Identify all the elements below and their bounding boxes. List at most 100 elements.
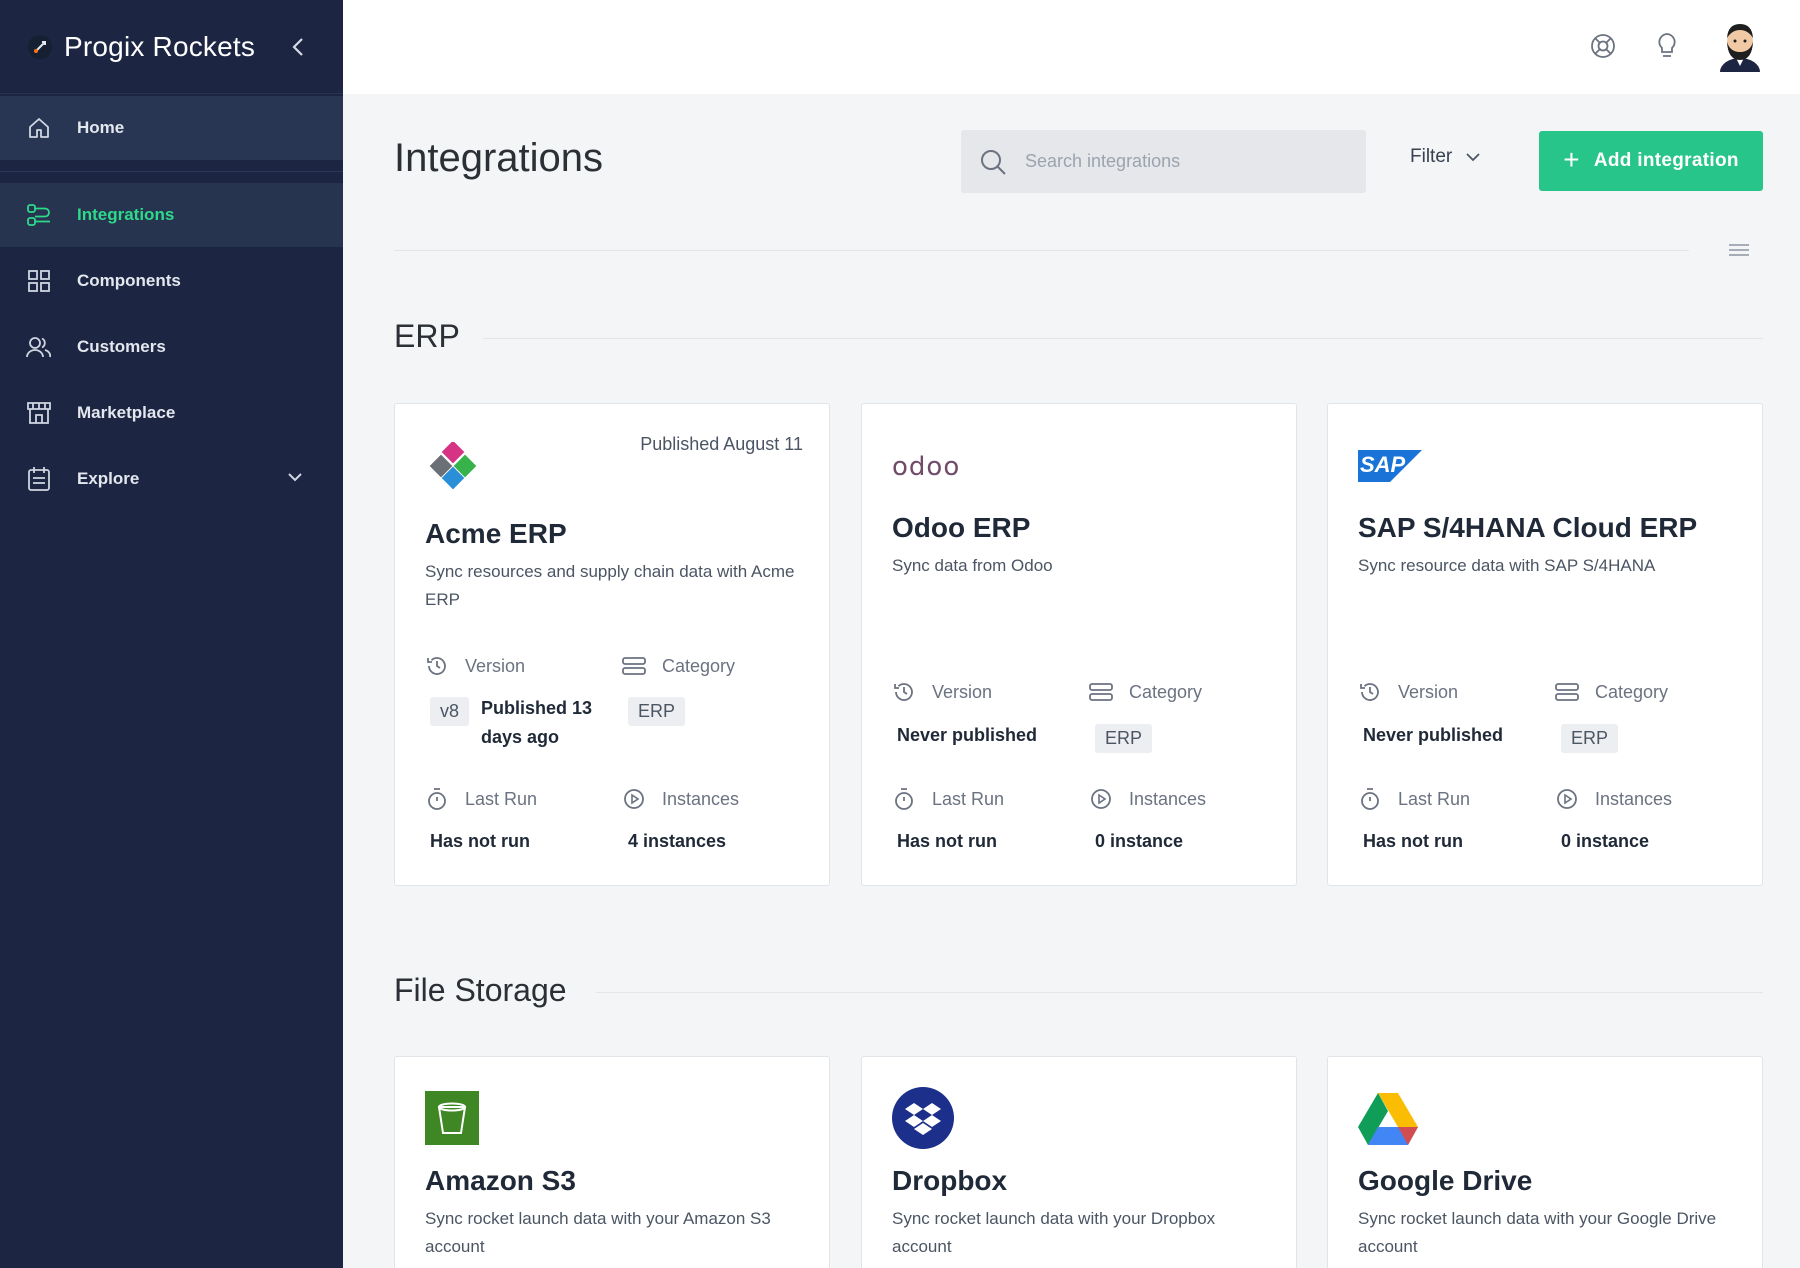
list-view-toggle[interactable] — [1728, 242, 1750, 258]
acme-logo-icon — [425, 440, 481, 503]
integration-name: Google Drive — [1358, 1165, 1533, 1196]
collapse-sidebar-button[interactable] — [286, 30, 310, 64]
section-title-file-storage: File Storage — [394, 972, 567, 1008]
sidebar-item-label: Integrations — [77, 205, 175, 224]
instances-value: 0 instance — [1561, 831, 1650, 851]
section-title-erp: ERP — [394, 318, 460, 354]
last-run-label: Last Run — [892, 787, 1004, 811]
google-drive-logo-icon — [1358, 1093, 1418, 1152]
add-integration-button[interactable]: + Add integration — [1539, 131, 1763, 191]
instances-label: Instances — [622, 787, 739, 811]
sidebar-item-label: Customers — [77, 337, 166, 356]
play-circle-icon — [1089, 787, 1113, 811]
integration-description: Sync rocket launch data with your Dropbo… — [892, 1209, 1216, 1256]
version-value: Never published — [897, 725, 1038, 745]
search-input[interactable] — [1025, 151, 1345, 172]
integration-card-amazon-s3[interactable]: Amazon S3 Sync rocket launch data with y… — [394, 1056, 830, 1268]
plus-icon: + — [1563, 143, 1580, 175]
dropbox-logo-icon — [892, 1087, 954, 1154]
stopwatch-icon — [1358, 787, 1382, 811]
nav-divider — [0, 171, 343, 172]
integration-description: Sync data from Odoo — [892, 556, 1053, 575]
last-run-value: Has not run — [897, 831, 998, 851]
last-run-value: Has not run — [1363, 831, 1464, 851]
add-integration-label: Add integration — [1593, 150, 1739, 171]
components-grid-icon — [26, 268, 52, 294]
play-circle-icon — [1555, 787, 1579, 811]
stack-icon — [1555, 680, 1579, 704]
chevron-down-icon — [1466, 153, 1480, 162]
sidebar-item-integrations[interactable]: Integrations — [0, 183, 343, 247]
store-icon — [26, 400, 52, 426]
version-value: Never published — [1363, 725, 1504, 745]
integration-name: Acme ERP — [425, 518, 567, 549]
sidebar-item-label: Components — [77, 271, 181, 290]
instances-value: 0 instance — [1095, 831, 1184, 851]
integration-card-sap-erp[interactable]: SAP SAP S/4HANA Cloud ERP Sync resource … — [1327, 403, 1763, 886]
avatar[interactable] — [1716, 20, 1764, 72]
lightbulb-icon[interactable] — [1653, 32, 1681, 60]
sidebar-item-marketplace[interactable]: Marketplace — [0, 381, 343, 445]
integration-card-odoo-erp[interactable]: odoo Odoo ERP Sync data from Odoo Versio… — [861, 403, 1297, 886]
odoo-logo-icon: odoo — [892, 452, 961, 482]
instances-value: 4 instances — [628, 831, 727, 851]
integration-description: Sync rocket launch data with your Google… — [1358, 1209, 1717, 1256]
integration-card-acme-erp[interactable]: Published August 11 Acme ERP Sync resour… — [394, 403, 830, 886]
stopwatch-icon — [425, 787, 449, 811]
category-chip: ERP — [628, 697, 686, 726]
filter-dropdown[interactable]: Filter — [1410, 146, 1480, 168]
category-label: Category — [622, 654, 735, 678]
integrations-icon — [26, 202, 52, 228]
users-icon — [26, 334, 52, 360]
rocket-logo-icon — [28, 34, 52, 59]
sidebar-item-label: Marketplace — [77, 403, 176, 422]
aws-s3-bucket-icon — [425, 1091, 479, 1150]
menu-lines-icon — [1729, 244, 1749, 256]
app-name: Progix Rockets — [64, 30, 256, 62]
search-box[interactable] — [961, 130, 1366, 193]
top-bar — [343, 0, 1800, 94]
integration-description: Sync rocket launch data with your Amazon… — [425, 1209, 771, 1256]
history-icon — [892, 680, 916, 704]
category-label: Category — [1555, 680, 1668, 704]
version-label: Version — [1358, 680, 1458, 704]
sidebar-item-explore[interactable]: Explore — [0, 447, 343, 511]
play-circle-icon — [622, 787, 646, 811]
stack-icon — [1089, 680, 1113, 704]
home-icon — [26, 115, 52, 141]
integration-description: Sync resources and supply chain data wit… — [425, 562, 795, 609]
support-icon[interactable] — [1589, 32, 1617, 60]
instances-label: Instances — [1089, 787, 1206, 811]
last-run-value: Has not run — [430, 831, 531, 851]
chevron-down-icon[interactable] — [287, 469, 303, 490]
integration-card-dropbox[interactable]: Dropbox Sync rocket launch data with you… — [861, 1056, 1297, 1268]
sidebar-item-customers[interactable]: Customers — [0, 315, 343, 379]
version-value: Published 13 days ago — [481, 698, 593, 747]
instances-label: Instances — [1555, 787, 1672, 811]
history-icon — [1358, 680, 1382, 704]
sap-logo-icon: SAP — [1358, 450, 1422, 487]
category-label: Category — [1089, 680, 1202, 704]
sidebar-item-label: Explore — [77, 469, 140, 488]
last-run-label: Last Run — [425, 787, 537, 811]
version-label: Version — [425, 654, 525, 678]
search-icon — [981, 149, 1006, 175]
stack-icon — [622, 654, 646, 678]
sidebar-item-components[interactable]: Components — [0, 249, 343, 313]
calendar-icon — [26, 466, 52, 492]
integration-name: SAP S/4HANA Cloud ERP — [1358, 512, 1698, 543]
category-chip: ERP — [1095, 724, 1153, 753]
sidebar-item-label: Home — [77, 118, 125, 137]
stopwatch-icon — [892, 787, 916, 811]
chevron-left-icon — [292, 38, 303, 56]
integration-description: Sync resource data with SAP S/4HANA — [1358, 556, 1656, 575]
section-divider — [483, 338, 1763, 339]
sap-logo-text: SAP — [1360, 452, 1406, 477]
sidebar-item-home[interactable]: Home — [0, 96, 343, 160]
history-icon — [425, 654, 449, 678]
version-badge: v8 — [430, 697, 470, 726]
last-run-label: Last Run — [1358, 787, 1470, 811]
published-date: Published August 11 — [640, 434, 803, 454]
page-title: Integrations — [394, 136, 604, 180]
integration-card-google-drive[interactable]: Google Drive Sync rocket launch data wit… — [1327, 1056, 1763, 1268]
